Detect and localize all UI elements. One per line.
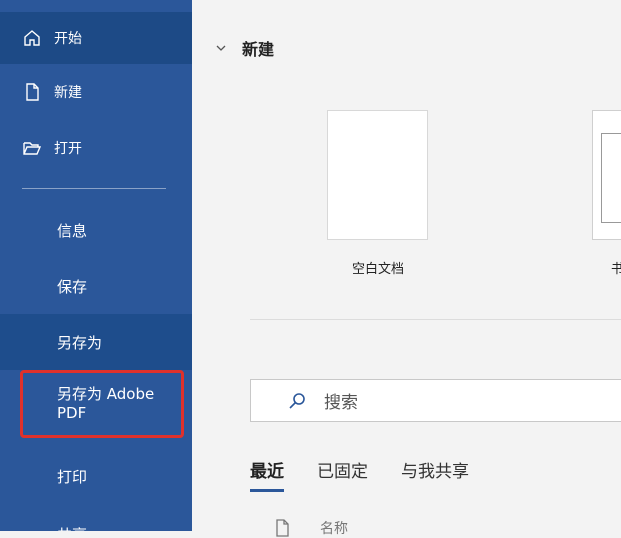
file-type-icon bbox=[274, 519, 290, 537]
template-label: 空白文档 bbox=[351, 262, 404, 277]
search-icon bbox=[287, 391, 307, 411]
section-divider bbox=[250, 319, 621, 320]
book-template[interactable] bbox=[592, 110, 621, 240]
new-document-icon bbox=[22, 82, 42, 102]
open-folder-icon bbox=[22, 138, 42, 158]
main-content: 新建 空白文档 书 搜索 最近 已固定 与我共享 名称 bbox=[192, 0, 621, 537]
sidebar-item-home[interactable]: 开始 bbox=[0, 12, 192, 64]
name-column-header[interactable]: 名称 bbox=[320, 518, 348, 538]
file-tabs: 最近 已固定 与我共享 bbox=[250, 457, 502, 492]
section-title: 新建 bbox=[242, 40, 275, 59]
sidebar-item-new[interactable]: 新建 bbox=[0, 66, 192, 118]
template-label: 书 bbox=[611, 262, 621, 277]
tab-shared-with-me[interactable]: 与我共享 bbox=[401, 457, 469, 482]
chevron-down-icon bbox=[214, 41, 228, 55]
file-list-header: 名称 bbox=[274, 518, 348, 538]
tab-pinned[interactable]: 已固定 bbox=[317, 457, 368, 482]
sidebar-item-open[interactable]: 打开 bbox=[0, 122, 192, 174]
search-input[interactable]: 搜索 bbox=[250, 379, 621, 422]
sidebar-divider bbox=[22, 188, 166, 189]
sidebar-item-print[interactable]: 打印 bbox=[0, 450, 192, 502]
sidebar-item-label: 新建 bbox=[54, 85, 82, 101]
sidebar-item-share[interactable]: 共享 bbox=[0, 508, 192, 532]
sidebar-item-label: 开始 bbox=[54, 31, 82, 47]
sidebar-item-label: 打印 bbox=[57, 467, 88, 486]
sidebar-item-label: 另存为 bbox=[57, 333, 103, 352]
backstage-sidebar: 开始 新建 打开 信息 保存 另存为 另存为 Adobe PDF 打印 共享 bbox=[0, 0, 192, 531]
sidebar-item-label: 打开 bbox=[54, 141, 82, 157]
sidebar-item-label: 共享 bbox=[57, 524, 87, 532]
sidebar-item-label: 保存 bbox=[57, 277, 88, 296]
sidebar-item-save[interactable]: 保存 bbox=[0, 260, 192, 312]
search-placeholder: 搜索 bbox=[324, 393, 358, 413]
highlight-annotation-box bbox=[20, 370, 184, 438]
sidebar-item-label: 信息 bbox=[57, 221, 88, 240]
blank-document-template[interactable] bbox=[327, 110, 428, 240]
sidebar-item-save-as[interactable]: 另存为 bbox=[0, 314, 192, 370]
new-section-header[interactable]: 新建 bbox=[214, 36, 274, 60]
tab-recent[interactable]: 最近 bbox=[250, 457, 284, 492]
template-preview bbox=[601, 133, 621, 223]
sidebar-item-info[interactable]: 信息 bbox=[0, 204, 192, 256]
home-icon bbox=[22, 28, 42, 48]
